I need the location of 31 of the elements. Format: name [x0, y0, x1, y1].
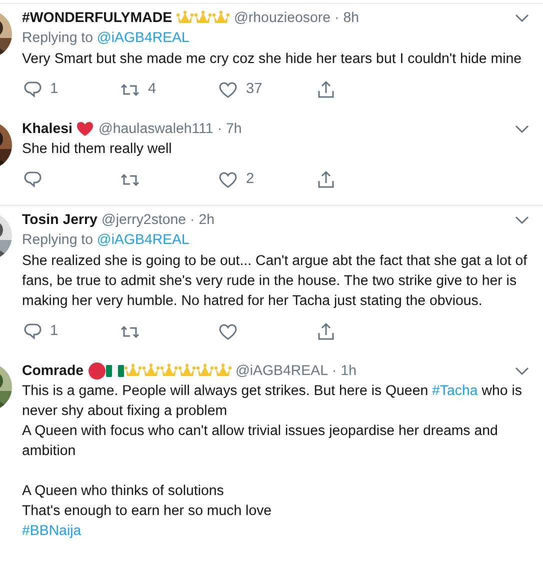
user-name[interactable]: #WONDERFULYMADE	[22, 8, 172, 28]
like-button[interactable]: 2	[218, 168, 316, 191]
reply-button[interactable]: 1	[22, 79, 120, 101]
mention-link[interactable]: @iAGB4REAL	[96, 232, 190, 248]
tweet-time[interactable]: 7h	[226, 118, 242, 139]
user-name[interactable]: Comrade	[22, 360, 84, 381]
separator-dot: ·	[334, 9, 340, 28]
user-handle[interactable]: @haulaswaleh111	[98, 118, 214, 139]
like-button[interactable]: 37	[218, 79, 316, 101]
user-handle[interactable]: @rhouzieosore	[234, 8, 330, 28]
user-name[interactable]: Tosin Jerry	[22, 210, 98, 230]
user-handle[interactable]: @iAGB4REAL	[236, 360, 328, 381]
tweet-text: This is a game. People will always get strikes. But here is Queen #Tacha who is never shy about fixing a problem A Queen with focus who can't allow trivial issues jeopardise her dreams and ambition A Queen who thinks of solutions That's enough to earn her so much love #BBNaija	[22, 382, 523, 541]
user-handle[interactable]: @jerry2stone	[101, 210, 186, 230]
replying-to: Replying to @iAGB4REAL	[22, 230, 190, 250]
user-name[interactable]: Khalesi	[22, 118, 72, 139]
reply-button[interactable]: 1	[22, 320, 120, 343]
separator-dot: ·	[332, 362, 337, 381]
tweet-text: She realized she is going to be out... Can't argue abt the fact that she gat a lot of fans, be true to admit she's very rude in the house. The two strike give to her is making her very humble. No hatred for her Tacha just stating the obvious.	[22, 252, 528, 311]
retweet-button[interactable]: 4	[120, 79, 218, 101]
hashtag-link[interactable]: #BBNaija	[22, 522, 82, 539]
separator-dot: ·	[190, 210, 195, 230]
tweet-time[interactable]: 8h	[343, 8, 359, 28]
mention-link[interactable]: @iAGB4REAL	[96, 30, 190, 46]
hashtag-link[interactable]: #Tacha	[432, 382, 478, 399]
tweet-time[interactable]: 2h	[198, 210, 215, 230]
replying-to: Replying to @iAGB4REAL	[22, 29, 190, 48]
tweet-text: Very Smart but she made me cry coz she hide her tears but I couldn't hide mine	[22, 50, 523, 69]
separator-dot: ·	[217, 120, 222, 139]
tweet-time[interactable]: 1h	[340, 360, 356, 381]
tweet-text: She hid them really well	[22, 140, 173, 159]
